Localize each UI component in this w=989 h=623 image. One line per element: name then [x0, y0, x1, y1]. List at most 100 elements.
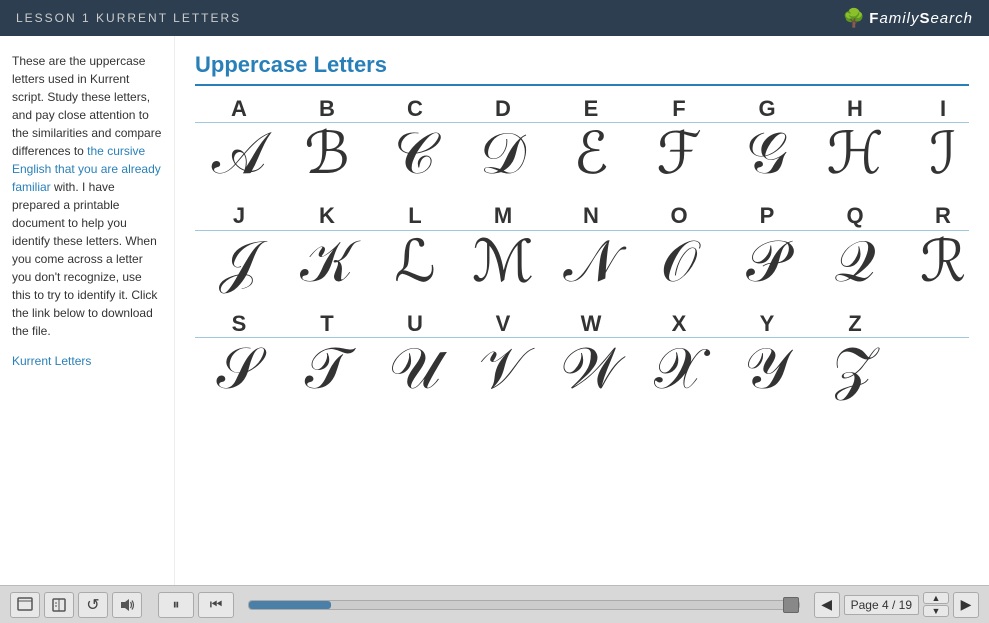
letter-G-label: G — [723, 96, 811, 122]
kurrent-O: 𝒪 — [635, 233, 723, 303]
row-2-labels: J K L M N O P Q R — [195, 203, 969, 229]
volume-button[interactable] — [112, 592, 142, 618]
volume-icon — [119, 597, 135, 613]
letter-B-label: B — [283, 96, 371, 122]
row-3: S T U V W X Y Z 𝒮 𝒯 𝒰 𝒱 𝒲 𝒳 𝒴 — [195, 311, 969, 410]
down-arrow-icon: ▼ — [932, 606, 941, 616]
letter-L-label: L — [371, 203, 459, 229]
up-arrow-icon: ▲ — [932, 593, 941, 603]
header: LESSON 1 KURRENT LETTERS 🌳 FamilySearch — [0, 0, 989, 36]
book-icon — [51, 597, 67, 613]
refresh-button[interactable]: ↺ — [78, 592, 108, 618]
progress-thumb[interactable] — [783, 597, 799, 613]
home-icon — [17, 597, 33, 613]
letter-A-label: A — [195, 96, 283, 122]
kurrent-H: ℋ — [811, 125, 899, 195]
kurrent-Q: 𝒬 — [811, 233, 899, 303]
page-heading: Uppercase Letters — [195, 52, 969, 86]
kurrent-E: ℰ — [547, 125, 635, 195]
row-1-kurrent: 𝒜 ℬ 𝒞 𝒟 ℰ ℱ 𝒢 ℋ ℐ — [195, 122, 969, 195]
kurrent-N: 𝒩 — [547, 233, 635, 303]
kurrent-U: 𝒰 — [371, 340, 459, 410]
letter-E-label: E — [547, 96, 635, 122]
kurrent-M: ℳ — [459, 233, 547, 303]
letter-H-label: H — [811, 96, 899, 122]
letter-O-label: O — [635, 203, 723, 229]
page-down-button[interactable]: ▼ — [923, 605, 949, 617]
kurrent-G: 𝒢 — [723, 125, 811, 195]
letter-J-label: J — [195, 203, 283, 229]
letter-D-label: D — [459, 96, 547, 122]
letter-W-label: W — [547, 311, 635, 337]
letter-V-label: V — [459, 311, 547, 337]
kurrent-W: 𝒲 — [547, 340, 635, 410]
letter-R-label: R — [899, 203, 987, 229]
row-3-kurrent: 𝒮 𝒯 𝒰 𝒱 𝒲 𝒳 𝒴 𝒵 — [195, 337, 969, 410]
letter-M-label: M — [459, 203, 547, 229]
letter-Q-label: Q — [811, 203, 899, 229]
row-1-labels: A B C D E F G H I — [195, 96, 969, 122]
letter-X-label: X — [635, 311, 723, 337]
prev-arrow-icon: ◀ — [821, 596, 832, 613]
sidebar-description: These are the uppercase letters used in … — [12, 52, 162, 340]
skip-start-button[interactable]: ⏮ — [198, 592, 234, 618]
pause-button[interactable]: ⏸ — [158, 592, 194, 618]
letter-Y-label: Y — [723, 311, 811, 337]
page-number-text: Page 4 / 19 — [851, 598, 912, 612]
page-label: Page 4 / 19 — [844, 595, 919, 615]
row-2-kurrent: 𝒥 𝒦 ℒ ℳ 𝒩 𝒪 𝒫 𝒬 ℛ — [195, 230, 969, 303]
refresh-icon: ↺ — [86, 595, 99, 615]
kurrent-L: ℒ — [371, 233, 459, 303]
letter-N-label: N — [547, 203, 635, 229]
letter-T-label: T — [283, 311, 371, 337]
book-button[interactable] — [44, 592, 74, 618]
header-title: LESSON 1 KURRENT LETTERS — [16, 11, 241, 25]
kurrent-letters-link[interactable]: Kurrent Letters — [12, 354, 91, 368]
kurrent-K: 𝒦 — [283, 233, 371, 303]
letter-K-label: K — [283, 203, 371, 229]
kurrent-T: 𝒯 — [283, 340, 371, 410]
kurrent-P: 𝒫 — [723, 233, 811, 303]
letter-I-label: I — [899, 96, 987, 122]
page-up-button[interactable]: ▲ — [923, 592, 949, 604]
kurrent-I: ℐ — [899, 125, 987, 195]
next-page-button[interactable]: ▶ — [953, 592, 979, 618]
letter-grid: A B C D E F G H I 𝒜 ℬ 𝒞 𝒟 ℰ ℱ — [195, 96, 969, 410]
row-1: A B C D E F G H I 𝒜 ℬ 𝒞 𝒟 ℰ ℱ — [195, 96, 969, 195]
letter-P-label: P — [723, 203, 811, 229]
letter-F-label: F — [635, 96, 723, 122]
main-panel: Uppercase Letters A B C D E F G H I 𝒜 — [175, 36, 989, 585]
prev-page-button[interactable]: ◀ — [814, 592, 840, 618]
toolbar: ↺ ⏸ ⏮ ◀ Page 4 / 19 ▲ ▼ ▶ — [0, 585, 989, 623]
progress-bar-container[interactable] — [248, 600, 800, 610]
kurrent-J: 𝒥 — [195, 233, 283, 303]
page-updown: ▲ ▼ — [923, 592, 949, 617]
row-2: J K L M N O P Q R 𝒥 𝒦 ℒ ℳ 𝒩 𝒪 — [195, 203, 969, 302]
sidebar: These are the uppercase letters used in … — [0, 36, 175, 585]
letter-S-label: S — [195, 311, 283, 337]
row-3-labels: S T U V W X Y Z — [195, 311, 969, 337]
next-arrow-icon: ▶ — [961, 596, 972, 613]
kurrent-X: 𝒳 — [635, 340, 723, 410]
kurrent-A: 𝒜 — [195, 125, 283, 195]
skip-start-icon: ⏮ — [210, 596, 223, 613]
letter-C-label: C — [371, 96, 459, 122]
pause-icon: ⏸ — [173, 596, 180, 613]
kurrent-Z: 𝒵 — [811, 340, 899, 410]
content-area: These are the uppercase letters used in … — [0, 36, 989, 585]
header-logo: 🌳 FamilySearch — [843, 8, 973, 29]
letter-Z-label: Z — [811, 311, 899, 337]
kurrent-C: 𝒞 — [371, 125, 459, 195]
progress-fill — [249, 601, 331, 609]
home-button[interactable] — [10, 592, 40, 618]
kurrent-S: 𝒮 — [195, 340, 283, 410]
kurrent-V: 𝒱 — [459, 340, 547, 410]
logo-tree-icon: 🌳 — [843, 8, 865, 29]
kurrent-F: ℱ — [635, 125, 723, 195]
kurrent-D: 𝒟 — [459, 125, 547, 195]
kurrent-B: ℬ — [283, 125, 371, 195]
kurrent-Y: 𝒴 — [723, 340, 811, 410]
logo-text: FamilySearch — [869, 10, 973, 27]
kurrent-R: ℛ — [899, 233, 987, 303]
letter-U-label: U — [371, 311, 459, 337]
